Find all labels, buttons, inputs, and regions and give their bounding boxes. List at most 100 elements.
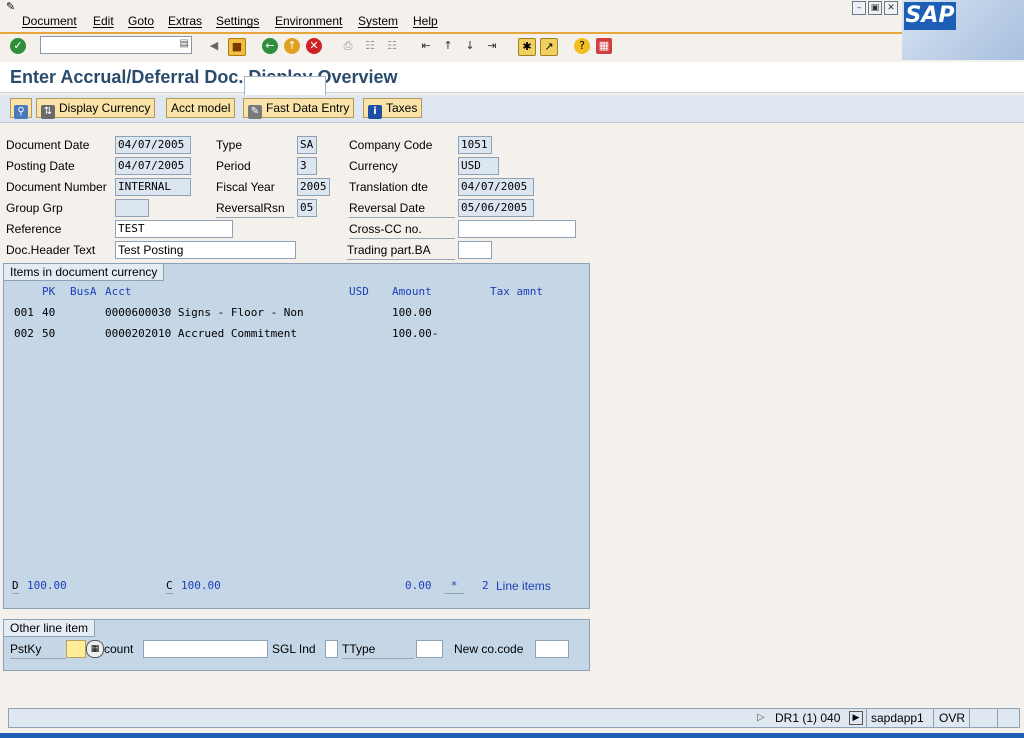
display-currency-label: Display Currency [59,101,151,115]
status-separator [969,709,970,727]
sgl-ind-field[interactable] [325,640,338,658]
taxes-label: Taxes [386,101,418,115]
currency-label: Currency [349,159,398,173]
currency-field[interactable]: USD [458,157,499,175]
column-amount: Amount [392,285,432,298]
menu-document[interactable]: Document [22,14,77,28]
command-history-icon[interactable]: ▤ [180,38,189,49]
menu-help[interactable]: Help [413,14,438,28]
fiscal-year-label: Fiscal Year [216,180,275,194]
taxes-button[interactable]: i Taxes [363,98,423,119]
cross-cc-no-field[interactable] [458,220,576,238]
menu-settings[interactable]: Settings [216,14,259,28]
maximize-icon[interactable]: ▣ [868,1,882,15]
enter-icon[interactable]: ✓ [10,38,26,54]
company-code-label: Company Code [349,138,433,152]
application-toolbar: ⚲ ⇅ Display Currency Acct model ✎ Fast Dat… [0,95,1024,123]
fiscal-year-field[interactable]: 2005 [297,178,330,196]
close-icon[interactable]: ✕ [884,1,898,15]
debit-total: 100.00 [27,579,67,592]
previous-page-icon[interactable]: ↑ [440,38,456,54]
find-next-icon[interactable]: ☷ [384,38,400,54]
status-bar: ▷ DR1 (1) 040 ▶ sapdapp1 OVR [8,708,1020,728]
fast-data-entry-button[interactable]: ✎ Fast Data Entry [243,98,355,119]
help-icon[interactable]: ? [574,38,590,54]
back-arrow-icon[interactable]: ◀ [206,38,222,54]
reversal-rsn-field[interactable]: 05 [297,199,317,217]
fast-data-entry-label: Fast Data Entry [266,101,350,115]
reference-label: Reference [6,222,62,236]
find-icon[interactable]: ☷ [362,38,378,54]
new-cocode-field[interactable] [535,640,569,658]
back-icon[interactable]: ← [262,38,278,54]
status-separator [997,709,998,727]
row-acct: 0000202010 Accrued Commitment [105,327,298,340]
document-number-field[interactable]: INTERNAL [115,178,191,196]
magnifier-icon: ⚲ [14,105,28,119]
menu-goto[interactable]: Goto [128,14,154,28]
account-label: count [104,642,134,656]
system-menu-icon[interactable]: ✎ [6,1,20,13]
doc-header-text-field[interactable]: Test Posting [115,241,296,259]
command-field[interactable]: ▤ [40,36,192,54]
trading-part-ba-label: Trading part.BA [347,241,455,260]
pstky-field[interactable] [66,640,86,658]
group-grp-field[interactable] [115,199,149,217]
menu-extras[interactable]: Extras [168,14,202,28]
exit-icon[interactable]: ↑ [284,38,300,54]
display-currency-button[interactable]: ⇅ Display Currency [36,98,156,119]
status-separator [933,709,934,727]
last-page-icon[interactable]: ⇥ [484,38,500,54]
value-help-icon[interactable]: ▦ [86,640,104,658]
type-field[interactable]: SA [297,136,317,154]
items-tab: Items in document currency [4,264,165,281]
pencil-icon: ✎ [248,105,262,119]
customize-layout-icon[interactable]: ▦ [596,38,612,54]
menu-edit[interactable]: Edit [93,14,114,28]
row-amount: 100.00 [392,306,432,319]
column-currency: USD [349,285,369,298]
cancel-icon[interactable]: ✕ [306,38,322,54]
period-field[interactable]: 3 [297,157,317,175]
line-items-label: Line items [496,579,551,593]
balance-flag: * [444,579,464,594]
posting-date-field[interactable]: 04/07/2005 [115,157,191,175]
sap-logo-area: SAP [902,0,1024,60]
menu-bar: ✎ Document Edit Goto Extras Settings Env… [0,0,1024,32]
system-info-toggle-icon[interactable]: ▶ [849,711,863,725]
create-session-icon[interactable]: ✱ [518,38,536,56]
acct-model-button[interactable]: Acct model [166,98,236,118]
status-expand-icon[interactable]: ▷ [757,711,765,725]
print-icon[interactable]: ⎙ [340,38,356,54]
type-label: Type [216,138,243,152]
tooltip-box [244,76,326,96]
document-date-field[interactable]: 04/07/2005 [115,136,191,154]
column-busa: BusA [70,285,97,298]
line-count: 2 [482,579,489,592]
reversal-rsn-label: ReversalRsn [216,199,294,218]
document-number-label: Document Number [6,180,107,194]
ttype-field[interactable] [416,640,443,658]
next-page-icon[interactable]: ↓ [462,38,478,54]
first-page-icon[interactable]: ⇤ [418,38,434,54]
reference-field[interactable]: TEST [115,220,233,238]
info-icon: i [368,105,382,119]
company-code-field[interactable]: 1051 [458,136,492,154]
period-label: Period [216,159,251,173]
save-icon[interactable]: ■ [228,38,246,56]
currency-icon: ⇅ [41,105,55,119]
row-line-number: 001 [14,306,34,319]
display-overview-button[interactable]: ⚲ [10,98,32,119]
minimize-icon[interactable]: – [852,1,866,15]
trading-part-ba-field[interactable] [458,241,492,259]
row-amount: 100.00- [392,327,439,340]
account-field[interactable] [143,640,268,658]
document-date-label: Document Date [6,138,90,152]
row-pk: 40 [42,306,56,319]
column-pk: PK [42,285,56,298]
menu-system[interactable]: System [358,14,398,28]
menu-environment[interactable]: Environment [275,14,342,28]
shortcut-icon[interactable]: ↗ [540,38,558,56]
translation-dte-field[interactable]: 04/07/2005 [458,178,534,196]
reversal-date-field[interactable]: 05/06/2005 [458,199,534,217]
